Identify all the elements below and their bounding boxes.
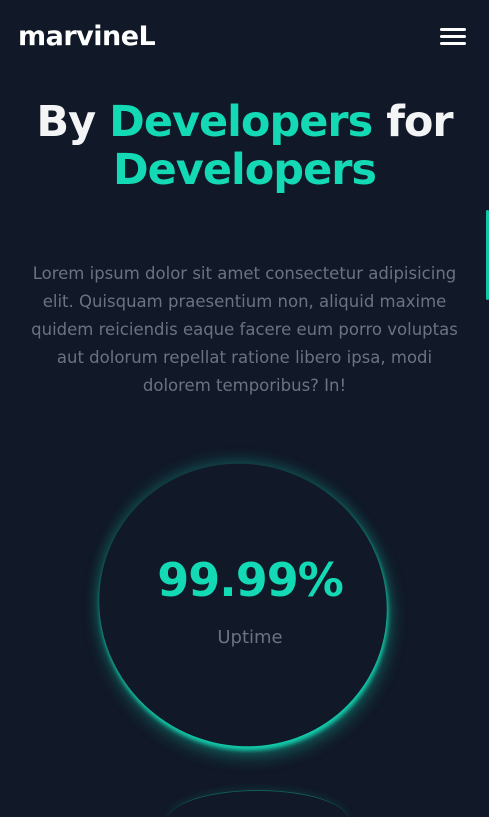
- menu-bar-middle: [440, 35, 466, 38]
- hero-title-accent-2: Developers: [112, 145, 377, 195]
- stat-value: 99.99%: [157, 553, 344, 607]
- hamburger-menu-icon[interactable]: [438, 26, 468, 48]
- hero-title-accent-1: Developers: [109, 97, 373, 147]
- hero-description: Lorem ipsum dolor sit amet consectetur a…: [31, 264, 458, 395]
- brand-logo[interactable]: marvineL: [18, 19, 156, 55]
- navbar: marvineL: [0, 0, 489, 78]
- next-stat-circle: [168, 790, 348, 817]
- hero-title: By Developers for Developers: [0, 98, 489, 194]
- stat-label: Uptime: [217, 627, 283, 648]
- hero-title-part-1: By: [36, 97, 96, 147]
- menu-bar-bottom: [440, 42, 466, 45]
- menu-bar-top: [440, 28, 466, 31]
- hero-title-part-2: for: [386, 97, 453, 147]
